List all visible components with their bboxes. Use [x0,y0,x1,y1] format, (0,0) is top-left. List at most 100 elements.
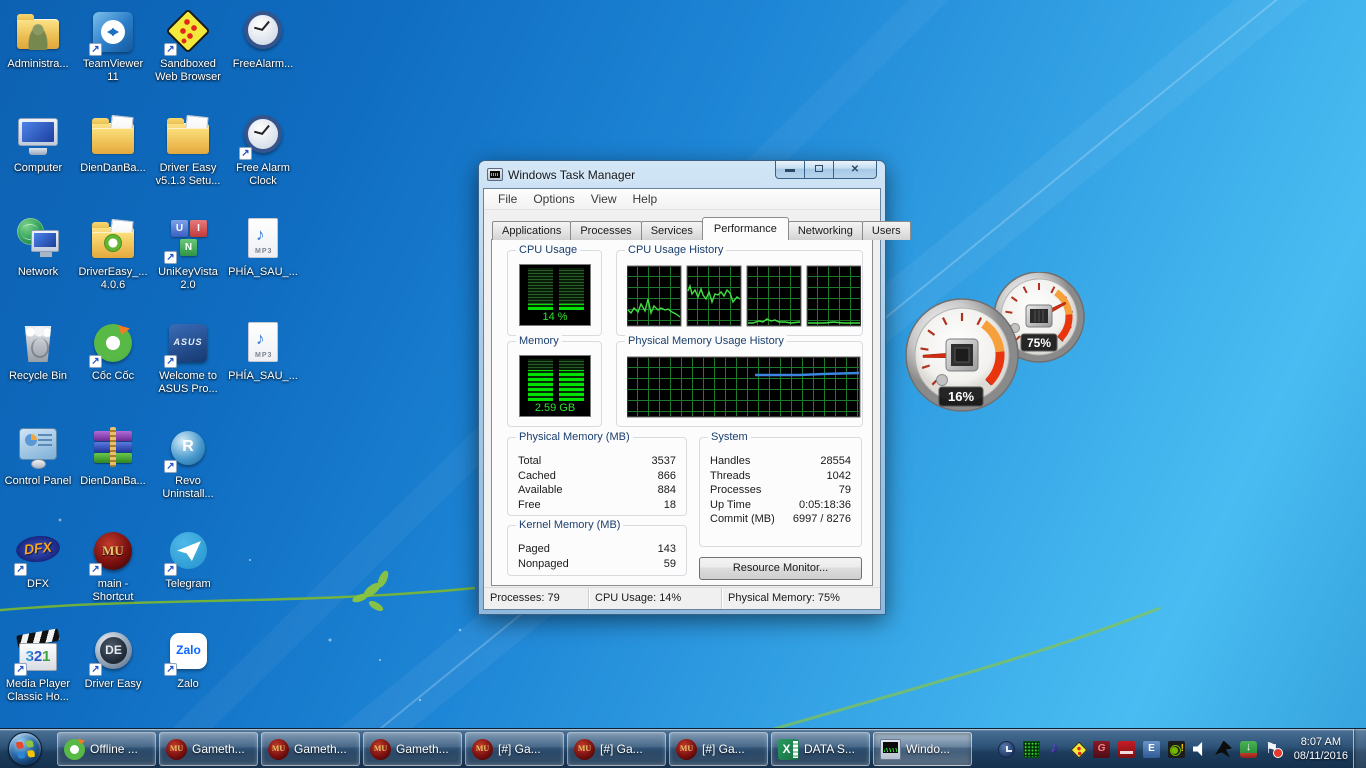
desktop-icon-media-player-classic[interactable]: Media Player Classic Ho... [1,628,75,704]
stat-label: Up Time [710,498,751,513]
stat-value: 3537 [652,454,676,469]
groupbox-title: System [708,431,751,443]
tab-processes[interactable]: Processes [570,221,641,240]
status-cpu-usage: CPU Usage: 14% [589,588,722,609]
desktop-icon-mu-main-shortcut[interactable]: main - Shortcut [76,528,150,604]
title-bar[interactable]: Windows Task Manager ▬ ✕ [479,161,885,188]
desktop-icon-label: FreeAlarm... [226,58,300,71]
desktop-icon-label: DriverEasy_... 4.0.6 [76,266,150,292]
desktop-icon-label: Control Panel [1,475,75,488]
folder-drivereasy-icon [88,216,138,264]
close-button[interactable]: ✕ [833,161,877,179]
gameguard-tray-icon[interactable] [1093,741,1110,758]
taskbar-button-excel[interactable]: DATA S... [771,732,870,766]
volume-tray-icon[interactable] [1193,741,1207,758]
ahnlab-tray-icon[interactable] [1215,741,1232,758]
memory-history-graph [627,356,861,418]
desktop-icon-teamviewer[interactable]: TeamViewer 11 [76,8,150,84]
alarm-clock-tray-icon[interactable] [998,741,1015,758]
mu-online-icon [166,739,187,760]
desktop-icon-label: TeamViewer 11 [76,58,150,84]
desktop-icon-coccoc[interactable]: Cốc Cốc [76,320,150,383]
tab-performance[interactable]: Performance [702,217,789,240]
start-button[interactable] [8,732,42,766]
shortcut-arrow-icon [164,563,177,576]
stat-value: 59 [664,557,676,572]
shortcut-arrow-icon [239,147,252,160]
desktop-icon-administrator-folder[interactable]: Administra... [1,8,75,71]
sandboxie-tray-icon[interactable] [1071,742,1088,759]
menu-options[interactable]: Options [525,192,582,206]
mu-online-icon [676,739,697,760]
groupbox-title: Kernel Memory (MB) [516,519,623,531]
taskbar-button-mu-2[interactable]: Gameth... [261,732,360,766]
menu-view[interactable]: View [583,192,625,206]
desktop-icon-control-panel[interactable]: Control Panel [1,425,75,488]
desktop-icon-dfx[interactable]: DFX [1,528,75,591]
desktop-icon-diendanba-archive[interactable]: DienDanBa... [76,425,150,488]
gpu-utility-tray-icon[interactable] [1118,741,1135,758]
tab-applications[interactable]: Applications [492,221,571,240]
winrar-archive-icon [88,425,138,473]
menu-file[interactable]: File [490,192,525,206]
cpu-history-groupbox: CPU Usage History [616,250,863,336]
taskbar-button-mu-4[interactable]: [#] Ga... [465,732,564,766]
taskbar: Offline ... Gameth... Gameth... Gameth..… [0,728,1366,768]
menu-bar: File Options View Help [484,189,880,210]
media-player-classic-icon [13,628,63,676]
user-folder-icon [13,8,63,56]
desktop-icon-asus-welcome[interactable]: Welcome to ASUS Pro... [151,320,225,396]
taskbar-button-coccoc[interactable]: Offline ... [57,732,156,766]
desktop-icon-label: UniKeyVista 2.0 [151,266,225,292]
audio-enhancer-tray-icon[interactable] [1048,741,1065,758]
taskbar-button-mu-6[interactable]: [#] Ga... [669,732,768,766]
revo-uninstaller-icon [163,425,213,473]
desktop-icon-freealarm[interactable]: FreeAlarm... [226,8,300,71]
stat-row: Up Time0:05:18:36 [710,498,851,513]
minimize-button[interactable]: ▬ [775,161,805,179]
ram-usage-value: 75% [1027,336,1051,350]
mu-online-icon [370,739,391,760]
desktop-icon-computer[interactable]: Computer [1,112,75,175]
taskbar-clock[interactable]: 8:07 AM 08/11/2016 [1294,729,1348,768]
desktop-icon-network[interactable]: Network [1,216,75,279]
stat-row: Cached866 [518,469,676,484]
desktop-icon-phia-sau-mp3[interactable]: PHÍA_SAU_... [226,216,300,279]
action-center-flag-icon[interactable] [1265,741,1282,758]
menu-help[interactable]: Help [625,192,666,206]
stat-label: Cached [518,469,556,484]
desktop-icon-unikey[interactable]: UniKeyVista 2.0 [151,216,225,292]
desktop-icon-driver-easy-setup[interactable]: Driver Easy v5.1.3 Setu... [151,112,225,188]
tab-users[interactable]: Users [862,221,911,240]
desktop-icon-driver-easy[interactable]: Driver Easy [76,628,150,691]
desktop-icon-zalo[interactable]: Zalo [151,628,225,691]
taskbar-button-mu-5[interactable]: [#] Ga... [567,732,666,766]
cpu-meter-gadget[interactable]: 75% 16% [903,272,1113,422]
e-launcher-tray-icon[interactable] [1143,741,1160,758]
folder-documents-icon [163,112,213,160]
taskbar-button-mu-3[interactable]: Gameth... [363,732,462,766]
driver-easy-icon [88,628,138,676]
nvidia-tray-icon[interactable] [1168,741,1185,758]
tab-networking[interactable]: Networking [788,221,863,240]
desktop-icon-diendanba-folder[interactable]: DienDanBa... [76,112,150,175]
taskbar-button-task-manager[interactable]: Windo... [873,732,972,766]
cpu-usage-value: 16% [948,389,974,404]
desktop-icon-sandboxed-web-browser[interactable]: Sandboxed Web Browser [151,8,225,84]
desktop-icon-recycle-bin[interactable]: Recycle Bin [1,320,75,383]
task-manager-meter-tray-icon[interactable] [1023,741,1040,758]
desktop-icon-label: Network [1,266,75,279]
desktop-icon-revo-uninstaller[interactable]: Revo Uninstall... [151,425,225,501]
shortcut-arrow-icon [89,43,102,56]
show-desktop-button[interactable] [1353,729,1366,768]
idm-tray-icon[interactable] [1240,741,1257,758]
taskbar-button-mu-1[interactable]: Gameth... [159,732,258,766]
resource-monitor-button[interactable]: Resource Monitor... [699,557,862,580]
desktop-icon-free-alarm-clock[interactable]: Free Alarm Clock [226,112,300,188]
tab-services[interactable]: Services [641,221,703,240]
desktop-icon-drivereasy-folder[interactable]: DriverEasy_... 4.0.6 [76,216,150,292]
memory-meter-value: 2.59 GB [520,402,590,414]
desktop-icon-telegram[interactable]: Telegram [151,528,225,591]
desktop-icon-phia-sau-mp3-2[interactable]: PHÍA_SAU_... [226,320,300,383]
maximize-button[interactable] [804,161,834,179]
